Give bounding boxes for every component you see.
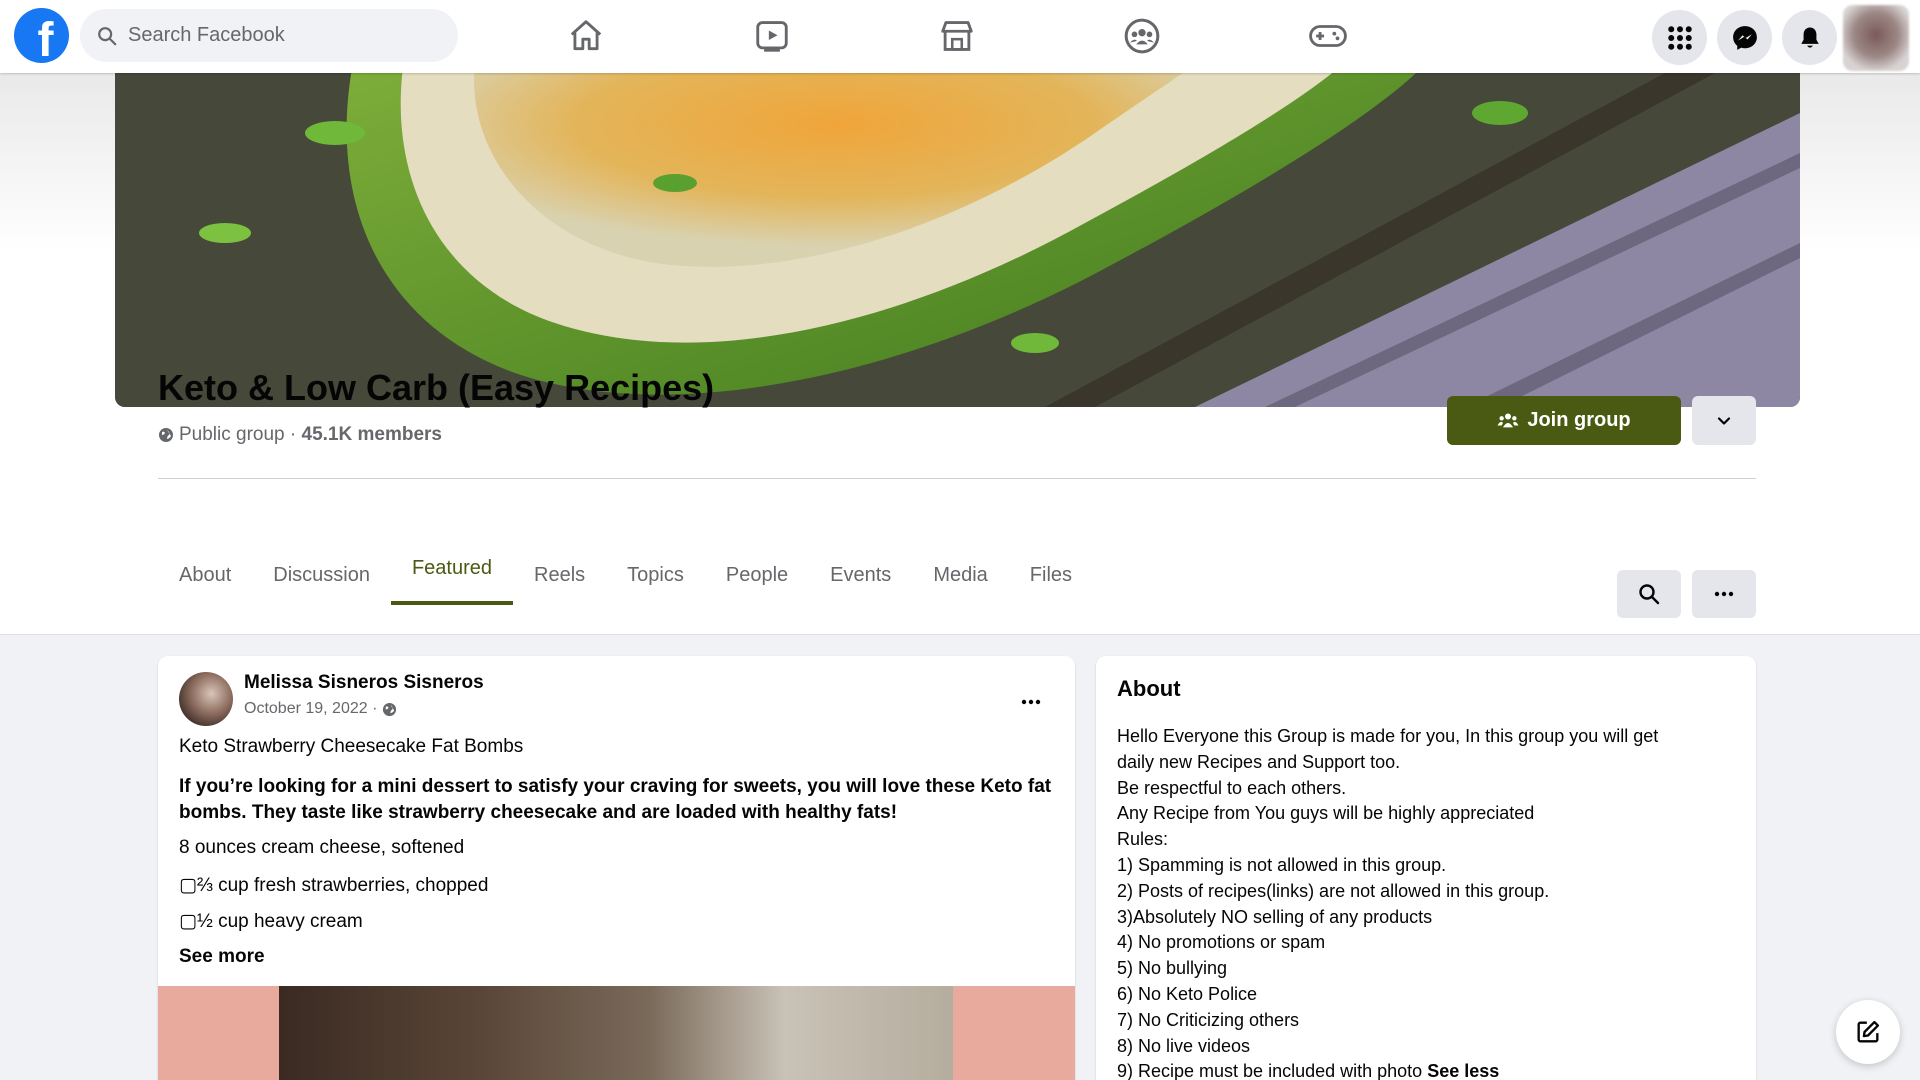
- groups-icon[interactable]: [1117, 12, 1167, 60]
- search-icon: [1639, 584, 1660, 605]
- marketplace-icon[interactable]: [932, 12, 982, 60]
- about-line: 6) No Keto Police: [1117, 983, 1258, 1004]
- compose-icon: [1857, 1020, 1880, 1043]
- messenger-icon[interactable]: [1717, 10, 1772, 65]
- about-line: 3)Absolutely NO selling of any products: [1117, 906, 1433, 927]
- facebook-logo[interactable]: f: [14, 8, 69, 63]
- chevron-down-icon: [1717, 416, 1731, 425]
- post-more-button[interactable]: [1011, 682, 1051, 722]
- join-group-icon: [1497, 412, 1519, 427]
- post-date[interactable]: October 19, 2022 ·: [244, 700, 377, 718]
- member-count[interactable]: 45.1K members: [302, 424, 442, 446]
- post-heading: Keto Strawberry Cheesecake Fat Bombs: [179, 736, 524, 757]
- about-description: Hello Everyone this Group is made for yo…: [1117, 724, 1737, 1080]
- tab-media[interactable]: Media: [912, 535, 1008, 615]
- more-options-icon: [1714, 591, 1734, 597]
- post-photo: [279, 986, 953, 1080]
- tab-discussion[interactable]: Discussion: [252, 535, 391, 615]
- about-line: Hello Everyone this Group is made for yo…: [1117, 726, 1659, 746]
- featured-post: Melissa Sisneros Sisneros October 19, 20…: [158, 656, 1075, 1080]
- group-privacy[interactable]: Public group: [179, 424, 285, 446]
- about-title: About: [1117, 676, 1181, 701]
- about-line: 4) No promotions or spam: [1117, 932, 1326, 953]
- new-message-button[interactable]: [1836, 1000, 1900, 1064]
- about-line: 5) No bullying: [1117, 958, 1228, 979]
- about-line: Be respectful to each others.: [1117, 777, 1347, 798]
- group-title[interactable]: Keto & Low Carb (Easy Recipes): [158, 367, 714, 409]
- see-more-link[interactable]: See more: [179, 946, 265, 968]
- cover-photo: [115, 73, 1800, 407]
- post-author-name[interactable]: Melissa Sisneros Sisneros: [244, 672, 484, 694]
- join-group-label: Join group: [1527, 409, 1631, 431]
- search-icon: [98, 26, 117, 45]
- about-line: daily new Recipes and Support too.: [1117, 751, 1401, 772]
- top-navigation-bar: f: [0, 0, 1920, 73]
- search-box[interactable]: [80, 9, 458, 62]
- cover-image: [115, 73, 1800, 407]
- watch-icon[interactable]: [747, 12, 797, 60]
- tab-about[interactable]: About: [158, 535, 252, 615]
- globe-icon: [159, 428, 173, 442]
- notifications-icon[interactable]: [1782, 10, 1837, 65]
- about-line: 1) Spamming is not allowed in this group…: [1117, 854, 1447, 875]
- group-tabs: About Discussion Featured Reels Topics P…: [158, 555, 1093, 635]
- group-meta: Public group · 45.1K members: [158, 424, 442, 446]
- post-date-row: October 19, 2022 ·: [244, 700, 397, 718]
- about-line: Rules:: [1117, 829, 1169, 850]
- about-line: 2) Posts of recipes(links) are not allow…: [1117, 880, 1550, 901]
- join-group-button[interactable]: Join group: [1447, 396, 1681, 445]
- group-search-button[interactable]: [1617, 570, 1681, 618]
- about-line: 8) No live videos: [1117, 1035, 1251, 1056]
- tab-topics[interactable]: Topics: [606, 535, 705, 615]
- menu-grid-icon[interactable]: [1652, 10, 1707, 65]
- group-options-dropdown[interactable]: [1692, 396, 1756, 445]
- meta-separator: ·: [284, 424, 302, 445]
- post-author-avatar[interactable]: [179, 672, 233, 726]
- tab-events[interactable]: Events: [809, 535, 912, 615]
- about-line: 7) No Criticizing others: [1117, 1009, 1300, 1030]
- globe-icon: [383, 702, 397, 716]
- about-card: About Hello Everyone this Group is made …: [1096, 656, 1756, 1080]
- home-icon[interactable]: [561, 12, 611, 60]
- more-options-icon: [1021, 699, 1041, 705]
- search-input[interactable]: [128, 24, 428, 47]
- about-last-line: 9) Recipe must be included with photo Se…: [1117, 1059, 1737, 1080]
- ingredient-item: ▢½ cup heavy cream: [179, 911, 363, 932]
- facebook-logo-letter: f: [37, 14, 54, 63]
- post-image[interactable]: [158, 986, 1075, 1080]
- profile-avatar[interactable]: [1843, 5, 1909, 71]
- ingredient-item: ▢⅔ cup fresh strawberries, chopped: [179, 875, 489, 896]
- header-divider: [158, 478, 1756, 479]
- tab-files[interactable]: Files: [1009, 535, 1093, 615]
- tab-people[interactable]: People: [705, 535, 809, 615]
- see-less-link[interactable]: See less: [1427, 1061, 1499, 1080]
- group-more-button[interactable]: [1692, 570, 1756, 618]
- tab-reels[interactable]: Reels: [513, 535, 606, 615]
- about-line: Any Recipe from You guys will be highly …: [1117, 803, 1535, 824]
- about-line: 9) Recipe must be included with photo: [1117, 1061, 1428, 1080]
- gaming-icon[interactable]: [1303, 12, 1353, 60]
- ingredient-item: 8 ounces cream cheese, softened: [179, 837, 465, 858]
- post-intro: If you’re looking for a mini dessert to …: [179, 776, 1052, 823]
- tab-featured[interactable]: Featured: [390, 535, 514, 605]
